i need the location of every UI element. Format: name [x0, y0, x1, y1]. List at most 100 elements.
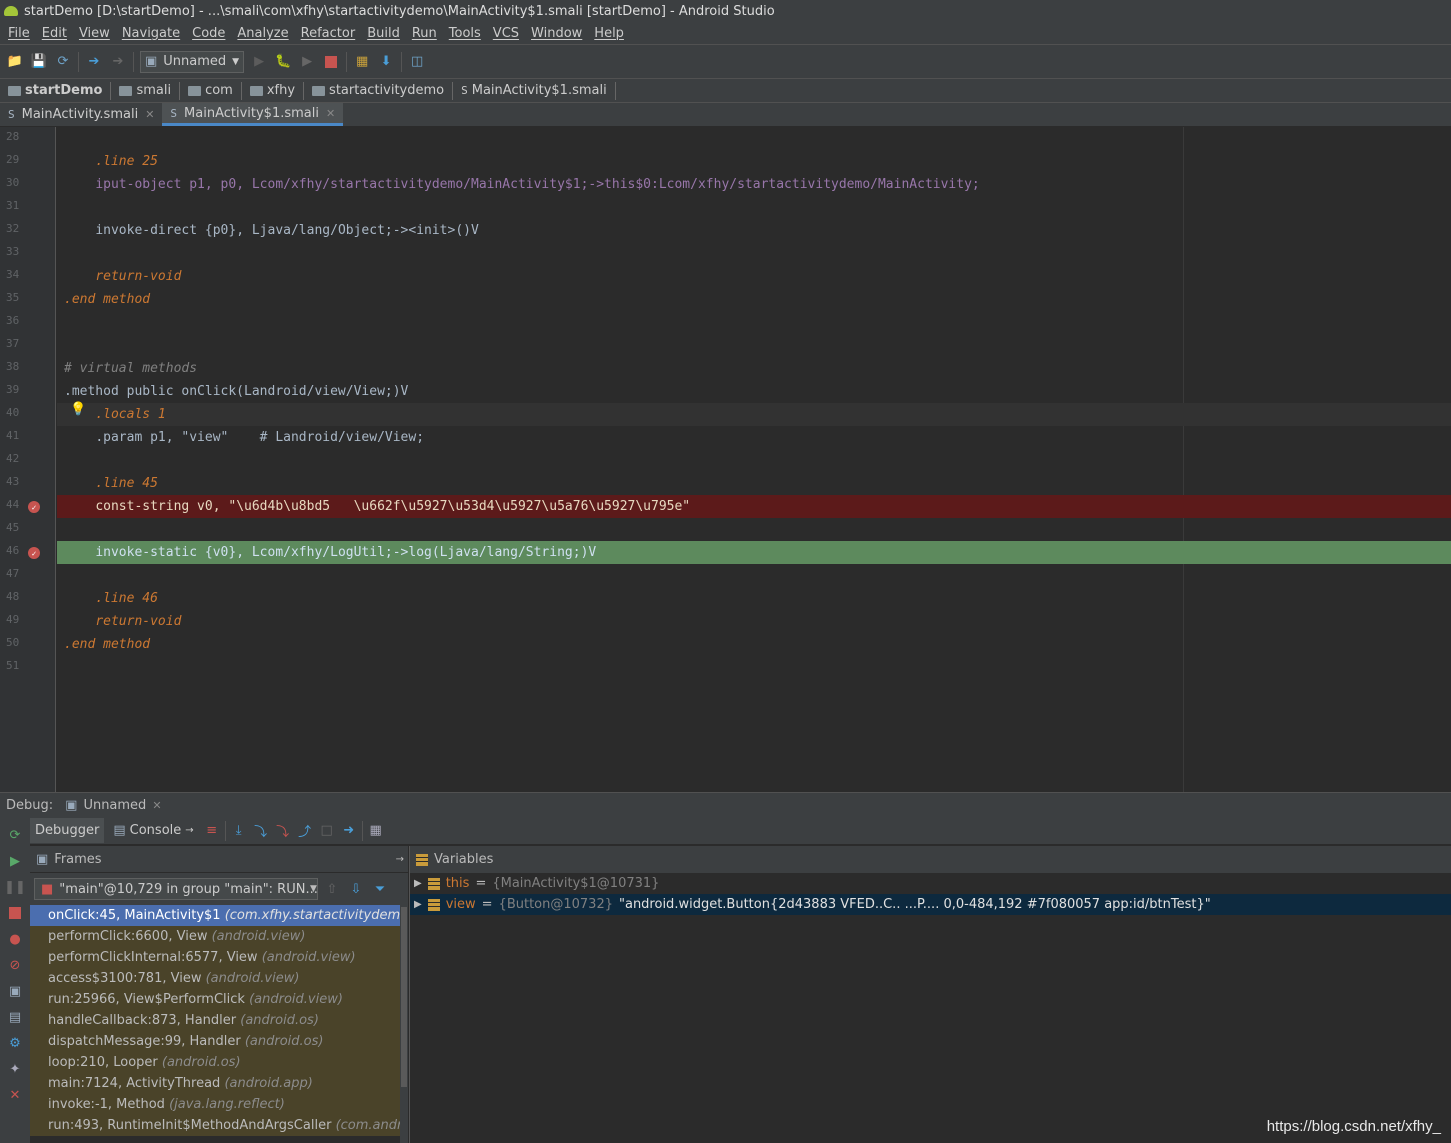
stop-icon[interactable] [322, 53, 340, 71]
arrow-down-icon[interactable]: ⇩ [347, 880, 365, 898]
thread-select[interactable]: ■ "main"@10,729 in group "main": RUN... [34, 878, 318, 900]
force-step-into-icon[interactable]: ⤵ [274, 822, 292, 840]
device-manager-icon[interactable]: ◫ [408, 53, 426, 71]
menu-code[interactable]: Code [186, 26, 231, 41]
stop-icon[interactable] [6, 903, 24, 923]
menu-build[interactable]: Build [361, 26, 406, 41]
code-line[interactable]: iput-object p1, p0, Lcom/xfhy/startactiv… [57, 173, 1451, 196]
breadcrumb-file[interactable]: S MainActivity$1.smali [461, 81, 616, 100]
frame-item[interactable]: access$3100:781, View (android.view) [30, 968, 408, 989]
pin-icon[interactable]: → [396, 854, 404, 865]
code-line[interactable]: invoke-direct {p0}, Ljava/lang/Object;->… [57, 219, 1451, 242]
tab-debugger[interactable]: Debugger [30, 818, 105, 843]
menu-tools[interactable]: Tools [443, 26, 487, 41]
code-editor[interactable]: 28 29 30 31 32 33 34 35 36 37 38 39 40 4… [0, 127, 1451, 792]
expand-arrow-icon[interactable]: ▶ [414, 899, 422, 910]
tab-mainactivity1-smali[interactable]: S MainActivity$1.smali ✕ [162, 103, 344, 126]
close-icon[interactable]: ✕ [145, 108, 154, 121]
run-config-select[interactable]: ▣ Unnamed ▼ [140, 50, 245, 73]
step-into-icon[interactable]: ⤵ [252, 822, 270, 840]
menu-navigate[interactable]: Navigate [116, 26, 186, 41]
arrow-up-icon[interactable]: ⇧ [323, 880, 341, 898]
code-line[interactable]: .line 46 [57, 587, 1451, 610]
filter-icon[interactable]: ⏷ [371, 880, 389, 898]
frame-item[interactable]: main:7124, ActivityThread (android.app) [30, 1073, 408, 1094]
run-to-cursor-icon[interactable]: ➜ [340, 822, 358, 840]
menu-help[interactable]: Help [588, 26, 630, 41]
view-breakpoints-icon[interactable]: ● [6, 929, 24, 949]
camera-icon[interactable]: ▣ [6, 981, 24, 1001]
breadcrumb-project[interactable]: startDemo [8, 81, 112, 100]
code-line[interactable]: .end method [57, 288, 1451, 311]
menu-analyze[interactable]: Analyze [231, 26, 294, 41]
apply-changes-icon[interactable]: ▦ [353, 53, 371, 71]
menu-refactor[interactable]: Refactor [295, 26, 362, 41]
frame-item[interactable]: run:25966, View$PerformClick (android.vi… [30, 989, 408, 1010]
frame-item[interactable]: run:493, RuntimeInit$MethodAndArgsCaller… [30, 1115, 408, 1136]
save-icon[interactable]: 💾 [30, 53, 48, 71]
variable-row[interactable]: ▶ view = {Button@10732} "android.widget.… [410, 894, 1451, 915]
menu-vcs[interactable]: VCS [487, 26, 525, 41]
attach-debugger-icon[interactable]: ▶ [298, 53, 316, 71]
code-line-current[interactable]: .locals 1 [57, 403, 1451, 426]
layout-icon[interactable]: ▤ [6, 1007, 24, 1027]
breadcrumb-startactivitydemo[interactable]: startactivitydemo [312, 81, 454, 100]
chevron-down-icon[interactable]: ▼ [310, 884, 317, 894]
step-over-icon[interactable]: ⤓ [230, 822, 248, 840]
evaluate-expression-icon[interactable]: ▦ [367, 822, 385, 840]
breadcrumb-smali[interactable]: smali [119, 81, 181, 100]
close-icon[interactable]: ✕ [152, 799, 161, 812]
menu-window[interactable]: Window [525, 26, 588, 41]
session-tab[interactable]: ▣ Unnamed ✕ [61, 798, 165, 813]
breakpoint-icon[interactable]: ✓ [28, 501, 40, 513]
back-icon[interactable]: ➔ [85, 53, 103, 71]
pause-icon[interactable]: ❚❚ [4, 877, 26, 897]
tab-mainactivity-smali[interactable]: S MainActivity.smali ✕ [0, 103, 162, 126]
close-icon[interactable]: ✕ [326, 107, 335, 120]
editor-gutter[interactable]: 28 29 30 31 32 33 34 35 36 37 38 39 40 4… [0, 127, 56, 792]
code-line-breakpoint[interactable]: const-string v0, "\u6d4b\u8bd5 \u662f\u5… [57, 495, 1451, 518]
scrollbar-thumb[interactable] [401, 907, 407, 1087]
frame-item[interactable]: onClick:45, MainActivity$1 (com.xfhy.sta… [30, 905, 408, 926]
variable-row[interactable]: ▶ this = {MainActivity$1@10731} [410, 873, 1451, 894]
breakpoint-icon[interactable]: ✓ [28, 547, 40, 559]
resume-icon[interactable]: ▶ [6, 851, 24, 871]
sdk-manager-icon[interactable]: ⬇ [377, 53, 395, 71]
sync-icon[interactable]: ⟳ [54, 53, 72, 71]
menu-run[interactable]: Run [406, 26, 443, 41]
frame-item[interactable]: invoke:-1, Method (java.lang.reflect) [30, 1094, 408, 1115]
code-line[interactable]: .param p1, "view" # Landroid/view/View; [57, 426, 1451, 449]
breadcrumb-com[interactable]: com [188, 81, 242, 100]
code-line-execution-point[interactable]: invoke-static {v0}, Lcom/xfhy/LogUtil;->… [57, 541, 1451, 564]
lightbulb-icon[interactable]: 💡 [70, 402, 86, 417]
code-line[interactable]: .line 45 [57, 472, 1451, 495]
close-icon[interactable]: ✕ [6, 1085, 24, 1105]
debug-icon[interactable]: 🐛 [274, 53, 292, 71]
menu-edit[interactable]: Edit [36, 26, 73, 41]
code-line[interactable]: return-void [57, 265, 1451, 288]
frames-scrollbar[interactable] [400, 905, 408, 1143]
code-line[interactable]: .end method [57, 633, 1451, 656]
mute-breakpoints-icon[interactable]: ⊘ [6, 955, 24, 975]
rerun-icon[interactable]: ⟳ [6, 825, 24, 845]
run-icon[interactable]: ▶ [250, 53, 268, 71]
code-line[interactable]: # virtual methods [57, 357, 1451, 380]
frame-item[interactable]: dispatchMessage:99, Handler (android.os) [30, 1031, 408, 1052]
drop-frame-icon[interactable]: □ [318, 822, 336, 840]
code-line[interactable]: .method public onClick(Landroid/view/Vie… [57, 380, 1451, 403]
menu-file[interactable]: File [2, 26, 36, 41]
frame-item[interactable]: performClickInternal:6577, View (android… [30, 947, 408, 968]
step-out-icon[interactable]: ⤴ [296, 822, 314, 840]
breadcrumb-xfhy[interactable]: xfhy [249, 81, 305, 100]
code-line[interactable]: .line 25 [57, 150, 1451, 173]
pin-icon[interactable]: ✦ [6, 1059, 24, 1079]
show-execution-point-icon[interactable]: ≡ [203, 822, 221, 840]
tab-console[interactable]: ▤ Console → [108, 818, 198, 843]
forward-icon[interactable]: ➔ [109, 53, 127, 71]
menu-view[interactable]: View [73, 26, 116, 41]
code-line[interactable]: return-void [57, 610, 1451, 633]
open-folder-icon[interactable]: 📁 [6, 53, 24, 71]
settings-icon[interactable]: ⚙ [6, 1033, 24, 1053]
frame-item[interactable]: loop:210, Looper (android.os) [30, 1052, 408, 1073]
expand-arrow-icon[interactable]: ▶ [414, 878, 422, 889]
